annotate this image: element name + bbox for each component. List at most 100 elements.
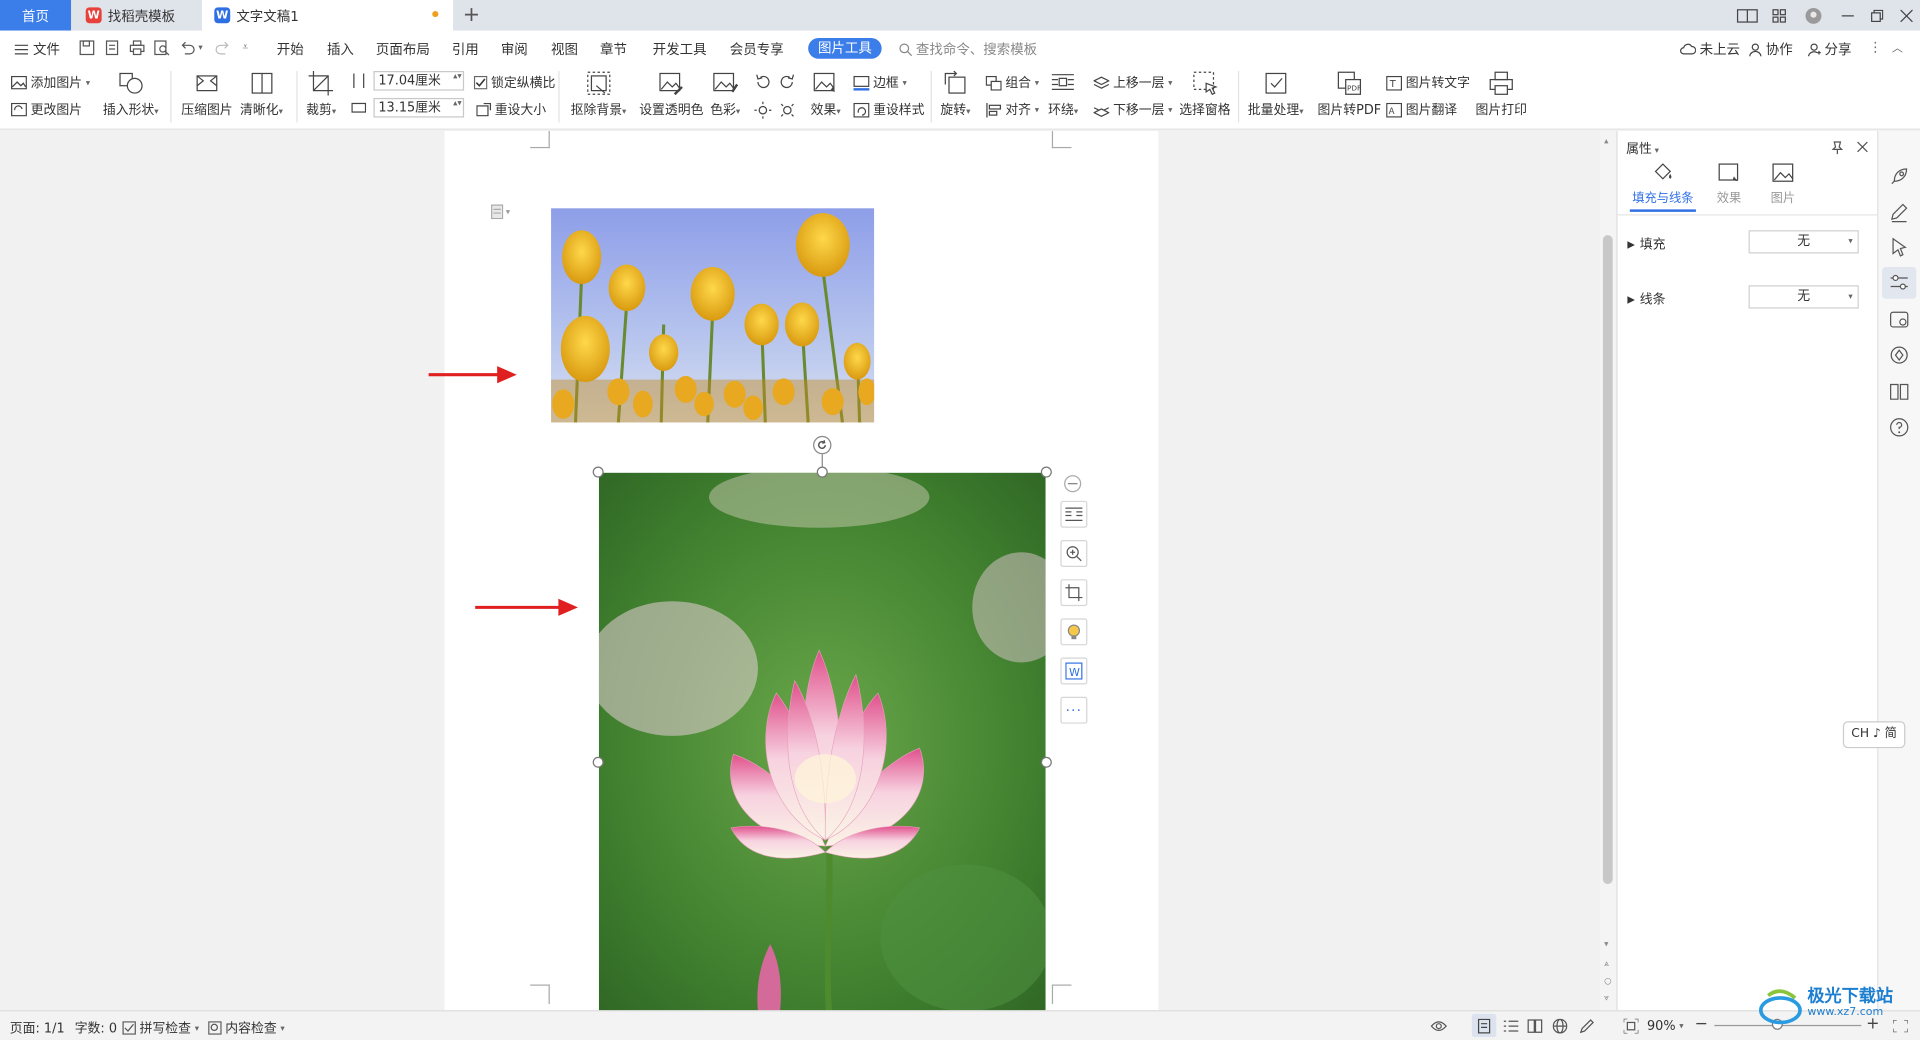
reset-style-button[interactable]: 重设样式 — [853, 100, 924, 118]
selection-pane-button[interactable]: 选择窗格 — [1179, 70, 1231, 119]
image-settings-icon[interactable] — [1888, 309, 1910, 331]
wrap-text-button[interactable]: 环绕▾ — [1048, 70, 1078, 119]
grid-apps-icon[interactable] — [1766, 5, 1793, 26]
collapse-ribbon-icon[interactable]: ︿ — [1892, 39, 1903, 55]
select-cursor-icon[interactable] — [1888, 236, 1910, 258]
more-menu-icon[interactable]: ⋮ — [1869, 39, 1882, 55]
effects-button[interactable]: 效果▾ — [811, 70, 841, 119]
fill-select[interactable]: 无 ▾ — [1748, 230, 1859, 254]
rotate-left-icon[interactable] — [754, 73, 771, 90]
scroll-down-icon[interactable]: ▾ — [1604, 939, 1608, 949]
group-button[interactable]: 组合 ▾ — [985, 73, 1039, 91]
close-icon[interactable] — [1893, 5, 1920, 26]
help-icon[interactable] — [1888, 416, 1910, 438]
width-input[interactable]: 17.04厘米 — [373, 71, 465, 91]
vertical-scrollbar[interactable]: ▴ ▾ ⩓ ○ ⩔ — [1600, 131, 1617, 1011]
image-to-text-button[interactable]: T 图片转文字 — [1386, 73, 1470, 91]
rotate-right-icon[interactable] — [779, 73, 796, 90]
cloud-status-button[interactable]: 未上云 — [1680, 39, 1740, 59]
customize-quick-access-icon[interactable]: ⩡ — [242, 42, 248, 54]
fill-section-toggle[interactable]: ▶ 填充 — [1627, 235, 1665, 253]
reading-view-icon[interactable] — [1527, 1019, 1543, 1034]
line-select[interactable]: 无 ▾ — [1748, 285, 1859, 309]
rotate-handle-icon[interactable] — [813, 435, 832, 455]
print-preview-icon[interactable] — [153, 39, 170, 56]
sharpen-button[interactable]: 清晰化▾ — [240, 70, 283, 119]
more-options-icon[interactable]: ··· — [1060, 696, 1088, 724]
tab-effects[interactable]: 效果 — [1717, 162, 1741, 206]
menu-view[interactable]: 视图 — [551, 39, 578, 59]
word-count[interactable]: 字数: 0 — [75, 1019, 117, 1037]
tab-picture[interactable]: 图片 — [1771, 162, 1795, 206]
border-button[interactable]: 边框 ▾ — [853, 73, 907, 91]
menu-page-layout[interactable]: 页面布局 — [376, 39, 430, 59]
restore-icon[interactable] — [1864, 5, 1891, 26]
share-button[interactable]: 分享 — [1807, 39, 1851, 59]
export-icon[interactable] — [104, 39, 121, 56]
save-icon[interactable] — [78, 39, 95, 56]
layout-icon[interactable] — [1734, 5, 1761, 26]
brightness-up-icon[interactable] — [754, 101, 772, 119]
layout-options-icon[interactable] — [1060, 500, 1088, 528]
zoom-level-button[interactable]: 90% ▾ — [1647, 1019, 1684, 1034]
undo-dropdown-icon[interactable]: ▾ — [198, 43, 202, 53]
prev-page-icon[interactable]: ⩓ — [1604, 959, 1609, 970]
line-section-toggle[interactable]: ▶ 线条 — [1627, 290, 1665, 308]
menu-chapter[interactable]: 章节 — [600, 39, 627, 59]
menu-references[interactable]: 引用 — [452, 39, 479, 59]
height-input[interactable]: 13.15厘米 — [373, 97, 465, 118]
lotus-image[interactable] — [598, 472, 1046, 1012]
crop-tool-icon[interactable] — [1060, 579, 1088, 607]
menu-start[interactable]: 开始 — [277, 39, 304, 59]
collapse-toolbar-icon[interactable] — [1064, 475, 1082, 493]
outline-view-icon[interactable] — [1503, 1019, 1519, 1034]
tab-home[interactable]: 首页 — [0, 0, 72, 31]
image-translate-button[interactable]: A 图片翻译 — [1386, 100, 1457, 118]
close-panel-icon[interactable] — [1856, 141, 1868, 153]
rocket-icon[interactable] — [1888, 165, 1910, 187]
resize-handle-left[interactable] — [592, 756, 604, 768]
brightness-down-icon[interactable] — [779, 102, 796, 119]
change-picture-button[interactable]: 更改图片 — [11, 100, 82, 118]
batch-process-button[interactable]: 批量处理▾ — [1248, 70, 1303, 119]
book-icon[interactable] — [1888, 381, 1910, 403]
resize-handle-top-right[interactable] — [1040, 466, 1052, 478]
content-check-button[interactable]: 内容检查 ▾ — [208, 1019, 285, 1037]
add-picture-button[interactable]: 添加图片 ▾ — [11, 73, 90, 91]
color-button[interactable]: 色彩▾ — [710, 70, 740, 119]
collaborate-button[interactable]: 协作 — [1749, 39, 1793, 59]
set-transparent-button[interactable]: 设置透明色 — [639, 70, 703, 119]
writing-mode-icon[interactable] — [1578, 1019, 1594, 1034]
web-view-icon[interactable] — [1552, 1018, 1568, 1034]
image-print-button[interactable]: 图片打印 — [1476, 70, 1527, 119]
resize-handle-top[interactable] — [816, 466, 828, 478]
eye-protection-icon[interactable] — [1430, 1019, 1447, 1034]
smart-suggestion-icon[interactable] — [1060, 618, 1088, 646]
resize-handle-right[interactable] — [1040, 756, 1052, 768]
resize-handle-top-left[interactable] — [592, 466, 604, 478]
ime-indicator[interactable]: CH ♪ 简 — [1842, 721, 1906, 749]
new-tab-button[interactable]: + — [460, 4, 482, 26]
lock-ratio-checkbox[interactable]: 锁定纵横比 — [473, 73, 555, 91]
remove-background-button[interactable]: 抠除背景▾ — [571, 70, 626, 119]
tab-fill-and-line[interactable]: 填充与线条 — [1629, 162, 1696, 212]
command-search[interactable]: 查找命令、搜索模板 — [899, 39, 1037, 59]
properties-title[interactable]: 属性 ▾ — [1626, 140, 1659, 158]
align-button[interactable]: 对齐 ▾ — [986, 100, 1039, 118]
insert-shape-button[interactable]: 插入形状▾ — [103, 70, 159, 119]
image-to-word-icon[interactable]: W — [1060, 657, 1088, 685]
menu-review[interactable]: 审阅 — [501, 39, 528, 59]
tab-find-template[interactable]: W 找稻壳模板 — [73, 0, 200, 31]
fullscreen-icon[interactable] — [1893, 1020, 1908, 1033]
compress-picture-button[interactable]: 压缩图片 — [181, 70, 233, 119]
menu-insert[interactable]: 插入 — [327, 39, 354, 59]
page-count[interactable]: 页面: 1/1 — [10, 1019, 65, 1037]
send-backward-button[interactable]: 下移一层 ▾ — [1093, 100, 1172, 118]
next-page-icon[interactable]: ⩔ — [1604, 993, 1609, 1004]
fit-page-icon[interactable] — [1623, 1018, 1639, 1034]
properties-sliders-icon[interactable] — [1888, 272, 1910, 294]
scroll-up-icon[interactable]: ▴ — [1604, 136, 1608, 146]
undo-icon[interactable] — [179, 39, 196, 56]
image-to-pdf-button[interactable]: PDF 图片转PDF — [1318, 70, 1381, 119]
pen-icon[interactable] — [1888, 201, 1910, 223]
